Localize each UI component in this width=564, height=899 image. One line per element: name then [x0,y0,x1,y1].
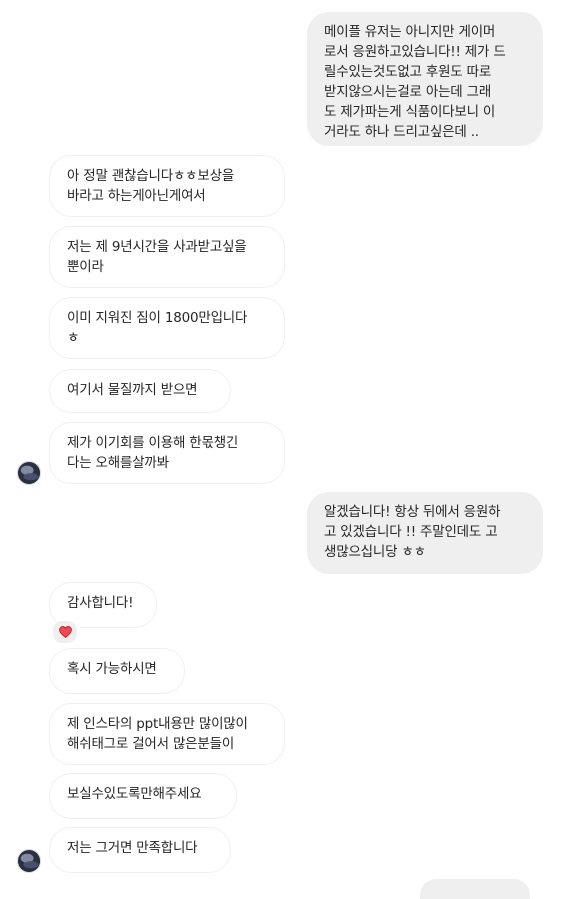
avatar-image [18,462,40,484]
message-bubble-received[interactable]: 아 정말 괜찮습니다ㅎㅎ보상을 바라고 하는게아닌게여서 [49,155,285,217]
message-bubble-received[interactable]: 제 인스타의 ppt내용만 많이많이 해쉬태그로 걸어서 많은분들이 [49,703,285,765]
message-bubble-received[interactable]: 이미 지워진 짐이 1800만입니다 ㅎ [49,297,285,359]
message-bubble-received[interactable]: 저는 제 9년시간을 사과받고싶을 뿐이라 [49,226,285,288]
message-bubble-sent[interactable]: 메이플 유저는 아니지만 게이머 로서 응원하고있습니다!! 제가 드 릴수있는… [307,12,543,146]
heart-icon [58,626,72,638]
message-bubble-received[interactable]: 저는 그거면 만족합니다 [49,827,231,873]
message-bubble-received[interactable]: 제가 이기회를 이용해 한몫챙긴 다는 오해를살까봐 [49,422,285,484]
contact-avatar[interactable] [17,849,41,873]
message-bubble-received[interactable]: 보실수있도록만해주세요 [49,773,237,819]
message-bubble-sent-partial[interactable] [420,879,530,899]
message-bubble-received[interactable]: 여기서 물질까지 받으면 [49,369,231,413]
message-bubble-sent[interactable]: 알겠습니다! 항상 뒤에서 응원하 고 있겠습니다 !! 주말인데도 고 생많으… [307,492,543,574]
message-reaction[interactable] [51,619,79,645]
message-bubble-received[interactable]: 혹시 가능하시면 [49,648,185,694]
avatar-image [18,850,40,872]
contact-avatar[interactable] [17,461,41,485]
